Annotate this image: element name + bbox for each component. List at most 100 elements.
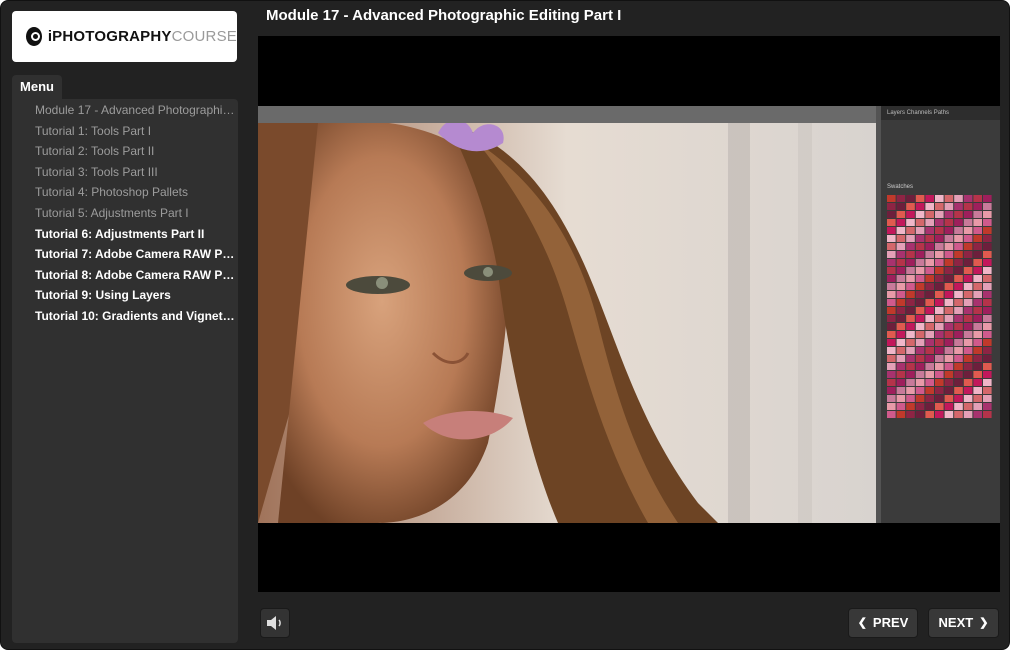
swatch bbox=[954, 371, 963, 378]
swatch bbox=[906, 331, 915, 338]
menu-item[interactable]: Tutorial 7: Adobe Camera RAW Part I bbox=[35, 244, 238, 265]
swatch bbox=[944, 387, 954, 394]
swatch bbox=[887, 211, 896, 218]
swatch bbox=[944, 403, 954, 410]
swatch bbox=[935, 363, 944, 370]
swatch bbox=[887, 315, 896, 322]
swatch bbox=[963, 211, 973, 218]
swatch bbox=[983, 283, 992, 290]
swatch bbox=[906, 387, 915, 394]
swatch bbox=[935, 251, 944, 258]
swatch bbox=[906, 211, 915, 218]
swatch bbox=[983, 411, 992, 418]
swatch bbox=[973, 203, 982, 210]
swatch bbox=[944, 331, 954, 338]
swatch bbox=[983, 243, 992, 250]
swatch bbox=[973, 339, 982, 346]
swatch bbox=[915, 251, 925, 258]
swatch bbox=[906, 315, 915, 322]
swatch bbox=[944, 251, 954, 258]
swatch bbox=[944, 355, 954, 362]
swatch bbox=[944, 195, 954, 202]
swatch bbox=[896, 347, 906, 354]
swatch bbox=[954, 195, 963, 202]
swatch bbox=[925, 227, 934, 234]
swatch bbox=[935, 283, 944, 290]
swatch bbox=[896, 363, 906, 370]
menu-item[interactable]: Tutorial 4: Photoshop Pallets bbox=[35, 182, 238, 203]
swatch bbox=[944, 259, 954, 266]
swatch bbox=[906, 371, 915, 378]
prev-button[interactable]: ❮ PREV bbox=[848, 608, 918, 638]
site-logo[interactable]: iPHOTOGRAPHYCOURSE bbox=[12, 11, 237, 62]
swatch bbox=[906, 403, 915, 410]
chevron-left-icon: ❮ bbox=[857, 617, 867, 629]
swatch bbox=[935, 307, 944, 314]
swatch bbox=[915, 371, 925, 378]
swatch bbox=[935, 235, 944, 242]
menu-item[interactable]: Tutorial 5: Adjustments Part I bbox=[35, 203, 238, 224]
swatch bbox=[925, 339, 934, 346]
swatch bbox=[963, 251, 973, 258]
swatch bbox=[925, 355, 934, 362]
video-player[interactable]: Layers Channels Paths Swatches bbox=[258, 36, 1000, 592]
swatch bbox=[954, 251, 963, 258]
swatch bbox=[935, 411, 944, 418]
menu-item[interactable]: Tutorial 3: Tools Part III bbox=[35, 162, 238, 183]
swatch bbox=[944, 235, 954, 242]
swatch bbox=[954, 403, 963, 410]
swatch bbox=[944, 227, 954, 234]
swatch bbox=[963, 371, 973, 378]
swatch bbox=[973, 235, 982, 242]
swatch bbox=[915, 315, 925, 322]
camera-lens-icon bbox=[26, 27, 42, 46]
swatch bbox=[915, 243, 925, 250]
swatch bbox=[906, 411, 915, 418]
menu-item[interactable]: Tutorial 6: Adjustments Part II bbox=[35, 224, 238, 245]
swatch bbox=[935, 291, 944, 298]
swatch bbox=[906, 299, 915, 306]
swatch bbox=[915, 395, 925, 402]
swatch bbox=[983, 347, 992, 354]
swatch bbox=[896, 203, 906, 210]
swatch bbox=[887, 379, 896, 386]
swatch bbox=[963, 227, 973, 234]
swatch bbox=[954, 219, 963, 226]
swatch bbox=[963, 291, 973, 298]
menu-item[interactable]: Tutorial 1: Tools Part I bbox=[35, 121, 238, 142]
swatch bbox=[915, 275, 925, 282]
menu-item[interactable]: Tutorial 2: Tools Part II bbox=[35, 141, 238, 162]
swatch bbox=[925, 347, 934, 354]
swatch bbox=[925, 243, 934, 250]
swatch bbox=[944, 299, 954, 306]
swatch bbox=[925, 315, 934, 322]
menu-tab[interactable]: Menu bbox=[12, 75, 62, 99]
menu-item[interactable]: Tutorial 8: Adobe Camera RAW Part II bbox=[35, 265, 238, 286]
menu-item[interactable]: Module 17 - Advanced Photographic Editin… bbox=[35, 100, 238, 121]
swatch bbox=[935, 371, 944, 378]
swatch bbox=[896, 195, 906, 202]
swatch bbox=[963, 259, 973, 266]
swatch bbox=[925, 299, 934, 306]
menu-item[interactable]: Tutorial 10: Gradients and Vignettes bbox=[35, 306, 238, 327]
swatch bbox=[935, 379, 944, 386]
swatch bbox=[915, 219, 925, 226]
swatch bbox=[906, 219, 915, 226]
swatch bbox=[935, 227, 944, 234]
swatch bbox=[973, 315, 982, 322]
swatch bbox=[963, 379, 973, 386]
swatch bbox=[935, 275, 944, 282]
swatch bbox=[925, 323, 934, 330]
menu-item[interactable]: Tutorial 9: Using Layers bbox=[35, 285, 238, 306]
swatch bbox=[963, 299, 973, 306]
swatch bbox=[973, 371, 982, 378]
swatch bbox=[954, 211, 963, 218]
swatch bbox=[973, 251, 982, 258]
swatch bbox=[896, 267, 906, 274]
swatches-label: Swatches bbox=[887, 184, 914, 190]
swatch bbox=[915, 347, 925, 354]
next-button[interactable]: NEXT ❯ bbox=[928, 608, 999, 638]
swatch bbox=[944, 347, 954, 354]
swatch bbox=[973, 275, 982, 282]
mute-button[interactable] bbox=[260, 608, 290, 638]
